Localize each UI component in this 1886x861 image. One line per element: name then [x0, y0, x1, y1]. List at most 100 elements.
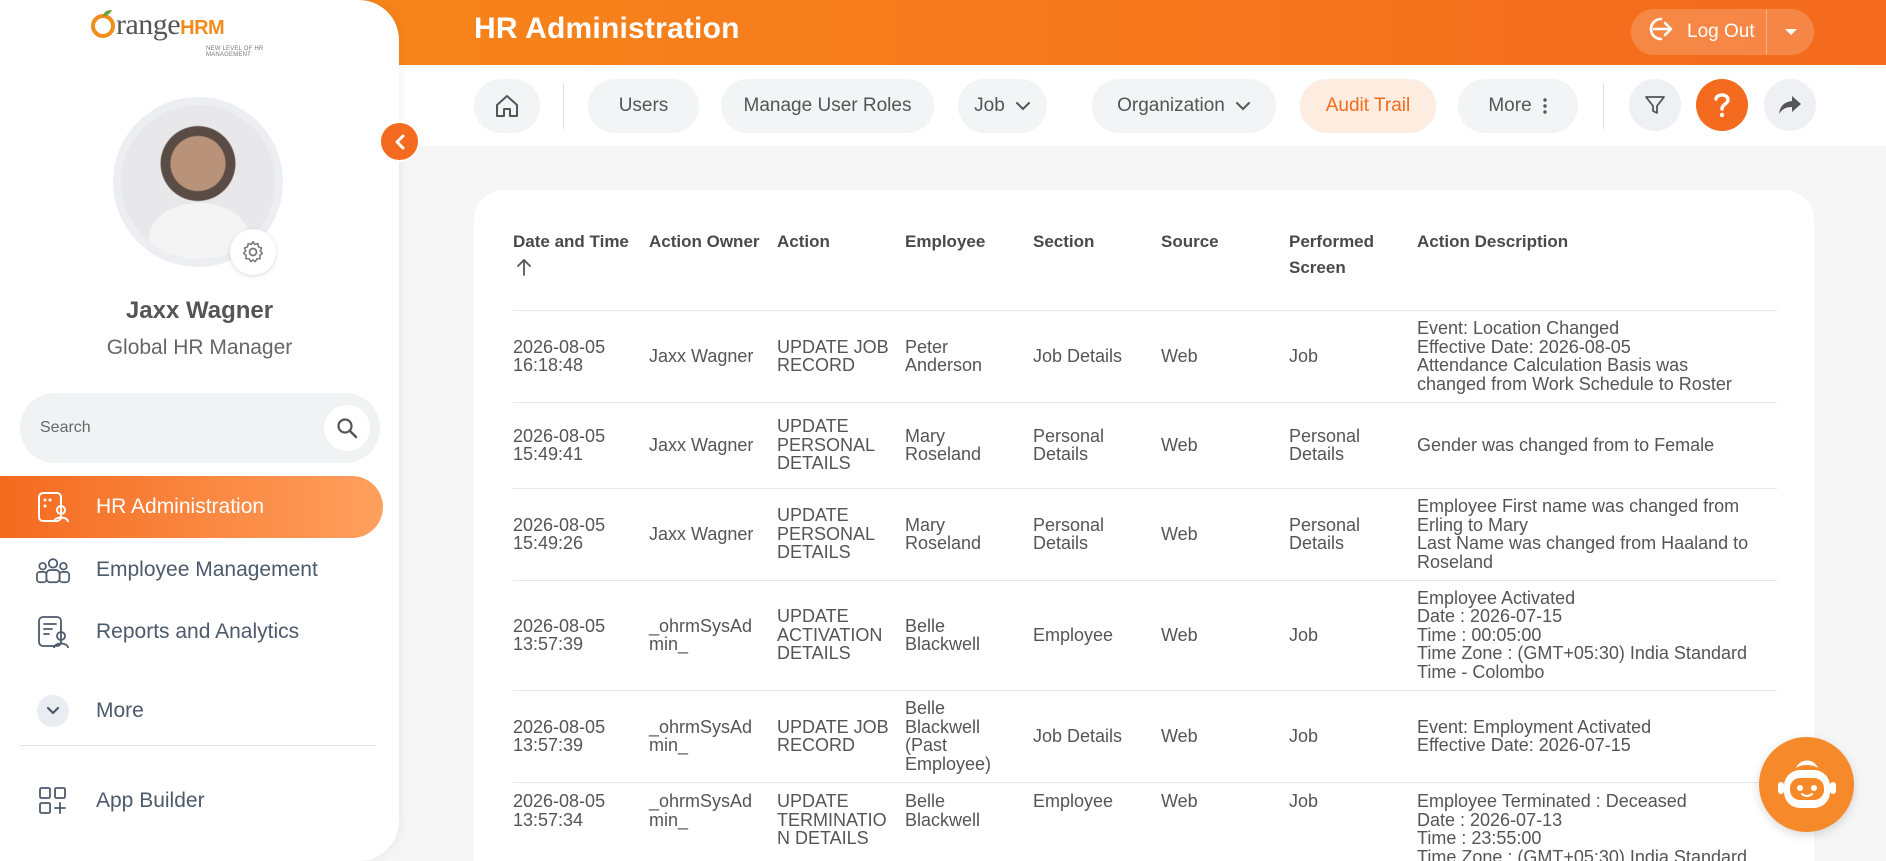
cell-action: UPDATE ACTIVATION DETAILS: [777, 607, 882, 663]
cell-source: Web: [1161, 436, 1198, 455]
cell-action-description: Employee Terminated : Deceased Date : 202…: [1417, 792, 1747, 861]
cell-line: Employee: [1033, 624, 1114, 645]
cell-performed-screen: Personal Details: [1289, 515, 1360, 553]
sort-ascending-icon[interactable]: [516, 258, 532, 276]
column-header-employee: Employee: [905, 232, 986, 251]
filter-button[interactable]: [1629, 79, 1681, 131]
cell-line: Time Zone : (GMT+05:30) India Standard: [1417, 643, 1747, 664]
home-button[interactable]: [474, 79, 540, 133]
cell-line: Last Name was changed from Haaland to: [1417, 533, 1749, 553]
cell-line: (Past: [905, 735, 948, 755]
sidebar-item-label: HR Administration: [96, 495, 265, 518]
cell-line: Employee Terminated : Deceased: [1417, 791, 1687, 811]
cell-date-time: 2026-08-05 13:57:39: [513, 717, 605, 755]
cell-line: UPDATE: [777, 606, 849, 627]
kebab-menu-icon: [1542, 98, 1547, 114]
orangehrm-logo[interactable]: rangeHRM NEW LEVEL OF HR MANAGEMENT: [90, 8, 310, 58]
cell-line: Personal: [1289, 425, 1361, 446]
cell-line: Employee Activated: [1417, 587, 1576, 608]
chevron-down-icon: [1235, 102, 1250, 111]
sidebar: rangeHRM NEW LEVEL OF HR MANAGEMENT Jaxx…: [0, 0, 399, 861]
sidebar-item-employee-management[interactable]: Employee Management: [0, 539, 383, 601]
cell-date-time: 2026-08-05 15:49:41: [513, 426, 605, 464]
sidebar-item-more[interactable]: More: [0, 680, 383, 742]
column-header-section: Section: [1033, 232, 1095, 251]
cell-line: 2026-08-05: [513, 791, 606, 811]
column-header-performed-screen: Performed Screen: [1289, 232, 1375, 277]
subnav-separator: [563, 83, 564, 129]
sidebar-item-reports-and-analytics[interactable]: Reports and Analytics: [0, 601, 383, 663]
cell-action: UPDATE PERSONAL DETAILS: [777, 417, 875, 473]
share-button[interactable]: [1764, 79, 1816, 131]
cell-line: Jaxx Wagner: [649, 523, 754, 544]
profile-settings-button[interactable]: [230, 229, 276, 275]
cell-line: _ohrmSysAd: [649, 615, 753, 636]
cell-line: Time Zone : (GMT+05:30) India Standard: [1417, 846, 1747, 861]
cell-section: Employee: [1033, 792, 1113, 811]
sidebar-item-label: App Builder: [96, 789, 205, 812]
cell-line: Employee): [905, 753, 992, 774]
cell-line: DETAILS: [777, 453, 851, 474]
tab-job[interactable]: Job: [958, 79, 1047, 133]
cell-action-description: Event: Employment Activated Effective Dat…: [1417, 717, 1651, 755]
cell-line: 2026-08-05: [513, 514, 606, 535]
tab-manage-user-roles[interactable]: Manage User Roles: [721, 79, 934, 133]
tab-organization[interactable]: Organization: [1092, 79, 1276, 133]
cell-line: Personal: [1033, 514, 1105, 535]
cell-line: UPDATE: [777, 791, 849, 811]
cell-section: Employee: [1033, 626, 1113, 645]
caret-down-icon: [1784, 29, 1797, 35]
cell-line: Gender was changed from to Female: [1417, 434, 1715, 455]
logout-icon: [1645, 16, 1675, 48]
row-divider: [513, 690, 1777, 691]
cell-action-owner: Jaxx Wagner: [649, 347, 753, 366]
cell-action: UPDATE PERSONAL DETAILS: [777, 506, 875, 562]
cell-line: Web: [1161, 434, 1198, 455]
gear-icon: [242, 240, 264, 263]
tab-users[interactable]: Users: [588, 79, 699, 133]
cell-date-time: 2026-08-05 13:57:34: [513, 792, 605, 829]
cell-date-time: 2026-08-05 13:57:39: [513, 616, 605, 654]
cell-line: Job: [1289, 345, 1319, 366]
cell-action-description: Employee First name was changed from Erli…: [1417, 497, 1748, 571]
sidebar-item-app-builder[interactable]: App Builder: [0, 770, 383, 832]
cell-line: Details: [1289, 533, 1345, 553]
logout-button[interactable]: Log Out: [1631, 9, 1767, 55]
tab-audit-trail[interactable]: Audit Trail: [1300, 79, 1436, 133]
tab-more[interactable]: More: [1458, 79, 1578, 133]
help-button[interactable]: [1696, 79, 1748, 131]
sidebar-item-hr-administration[interactable]: HR Administration: [0, 476, 383, 538]
logout-dropdown-button[interactable]: [1767, 27, 1814, 37]
cell-line: 13:57:39: [513, 634, 584, 654]
cell-line: Job: [1289, 725, 1319, 746]
cell-line: 15:49:26: [513, 533, 584, 553]
cell-line: Date : 2026-07-13: [1417, 809, 1563, 830]
cell-line: Belle: [905, 615, 946, 636]
row-divider: [513, 488, 1777, 489]
employee-group-icon: [36, 553, 70, 587]
cell-line: Peter: [905, 336, 949, 357]
sidebar-search: [20, 393, 380, 463]
cell-line: Web: [1161, 523, 1198, 544]
cell-line: N DETAILS: [777, 828, 869, 848]
cell-source: Web: [1161, 347, 1198, 366]
search-button[interactable]: [324, 405, 370, 451]
cell-line: min_: [649, 809, 689, 830]
cell-line: PERSONAL: [777, 434, 876, 455]
tab-label: Organization: [1117, 95, 1225, 116]
cell-employee: Belle Blackwell: [905, 615, 980, 654]
cell-line: 15:49:41: [513, 444, 584, 464]
column-header-date-and-time[interactable]: Date and Time: [513, 229, 629, 255]
cell-action-owner: Jaxx Wagner: [649, 525, 753, 544]
cell-line: Mary: [905, 514, 945, 535]
chatbot-button[interactable]: [1759, 737, 1854, 832]
cell-line: Roseland: [1417, 551, 1494, 572]
column-header-action-owner: Action Owner: [649, 232, 760, 251]
cell-line: Effective Date: 2026-07-15: [1417, 735, 1631, 755]
cell-action-description: Event: Location Changed Effective Date: 2…: [1417, 319, 1732, 393]
sidebar-collapse-button[interactable]: [379, 121, 420, 162]
page-title: HR Administration: [474, 12, 740, 45]
cell-section: Job Details: [1033, 727, 1122, 746]
cell-line: _ohrmSysAd: [649, 716, 753, 737]
sidebar-search-input[interactable]: [40, 419, 324, 437]
